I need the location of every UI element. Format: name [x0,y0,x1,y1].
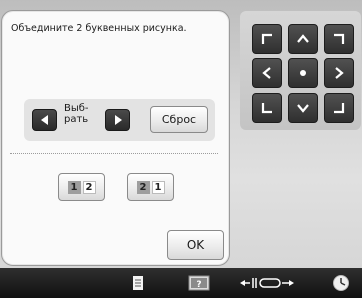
order-1-2-first: 1 [67,180,81,194]
center-dot-icon [300,70,306,76]
dialog-divider [10,153,218,154]
down-right-arrow-icon [334,103,345,114]
right-arrow-key[interactable] [324,58,354,88]
order-2-1-button[interactable]: 2 1 [127,173,174,201]
up-right-arrow-key[interactable] [324,24,354,54]
page-button[interactable] [128,270,148,296]
page-icon [133,276,143,290]
ok-button[interactable]: OK [167,230,224,260]
help-button[interactable]: ? [186,270,212,296]
select-label-line1: Выб- [64,103,89,114]
up-left-arrow-icon [261,33,272,44]
right-arrow-icon [335,67,344,79]
left-arrow-icon [262,67,271,79]
ok-button-label: OK [186,238,205,252]
up-arrow-icon [297,34,309,43]
down-arrow-icon [297,104,309,113]
order-2-1-first: 2 [136,180,150,194]
up-right-arrow-icon [334,33,345,44]
order-1-2-button[interactable]: 1 2 [58,173,105,201]
clock-icon [333,275,349,291]
down-arrow-key[interactable] [288,93,318,123]
triangle-left-icon [40,115,48,125]
select-label-line2: рать [64,114,89,125]
frame-move-button[interactable] [237,270,297,296]
down-right-arrow-key[interactable] [324,93,354,123]
select-next-button[interactable] [105,109,130,131]
up-left-arrow-key[interactable] [252,24,282,54]
up-arrow-key[interactable] [288,24,318,54]
center-key[interactable] [288,58,318,88]
clock-button[interactable] [330,270,352,296]
order-2-1-second: 1 [151,180,165,194]
select-prev-button[interactable] [32,109,57,131]
bottom-bar [0,268,362,298]
dialog-instruction: Объедините 2 буквенных рисунка. [11,23,187,34]
frame-move-icon [240,278,294,288]
select-label: Выб- рать [64,103,104,125]
left-arrow-key[interactable] [252,58,282,88]
help-icon: ? [188,275,210,291]
down-left-arrow-icon [261,103,272,114]
down-left-arrow-key[interactable] [252,93,282,123]
triangle-right-icon [114,115,122,125]
order-1-2-second: 2 [82,180,96,194]
svg-text:?: ? [196,280,201,290]
reset-button[interactable]: Сброс [150,106,208,133]
reset-button-label: Сброс [161,113,197,126]
